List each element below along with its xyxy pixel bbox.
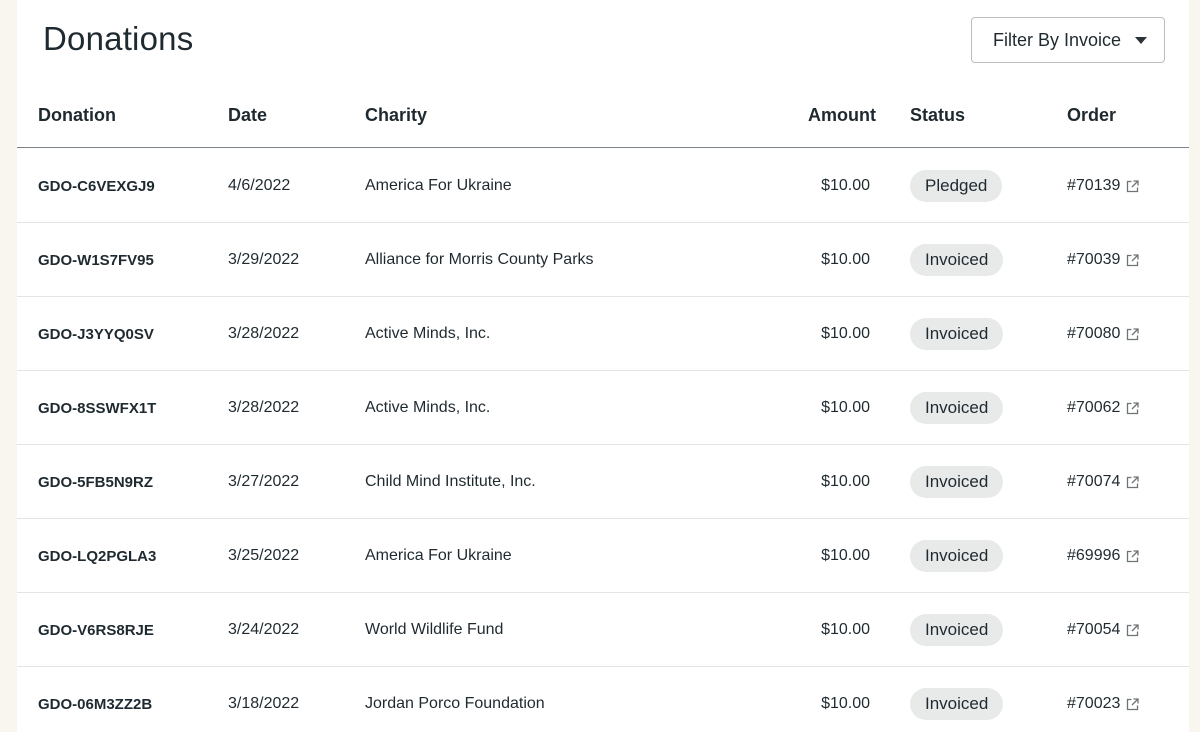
donation-amount: $10.00 bbox=[821, 547, 870, 564]
donation-date: 3/28/2022 bbox=[228, 325, 300, 342]
order-link[interactable]: #69996 bbox=[1067, 547, 1140, 565]
donation-id: GDO-J3YYQ0SV bbox=[38, 326, 154, 343]
order-number: #70023 bbox=[1067, 695, 1121, 712]
order-number: #70074 bbox=[1067, 473, 1121, 490]
donation-amount: $10.00 bbox=[821, 473, 870, 490]
order-number: #70139 bbox=[1067, 177, 1121, 194]
table-row: GDO-06M3ZZ2B 3/18/2022 Jordan Porco Foun… bbox=[17, 667, 1189, 732]
donation-amount: $10.00 bbox=[821, 325, 870, 342]
donation-date: 3/28/2022 bbox=[228, 399, 300, 416]
order-link[interactable]: #70062 bbox=[1067, 399, 1140, 417]
table-row: GDO-LQ2PGLA3 3/25/2022 America For Ukrai… bbox=[17, 519, 1189, 593]
external-link-icon bbox=[1127, 253, 1140, 266]
donation-amount: $10.00 bbox=[821, 695, 870, 712]
donation-amount: $10.00 bbox=[821, 251, 870, 268]
order-link[interactable]: #70054 bbox=[1067, 621, 1140, 639]
column-header-order: Order bbox=[1067, 105, 1117, 125]
donation-id: GDO-8SSWFX1T bbox=[38, 400, 157, 417]
external-link-icon bbox=[1127, 697, 1140, 710]
order-number: #70054 bbox=[1067, 621, 1121, 638]
status-badge: Pledged bbox=[910, 170, 1003, 202]
column-header-date: Date bbox=[228, 105, 268, 125]
order-link[interactable]: #70023 bbox=[1067, 695, 1140, 713]
charity-name: Child Mind Institute, Inc. bbox=[365, 473, 536, 490]
order-number: #70039 bbox=[1067, 251, 1121, 268]
external-link-icon bbox=[1127, 179, 1140, 192]
table-row: GDO-W1S7FV95 3/29/2022 Alliance for Morr… bbox=[17, 223, 1189, 297]
status-badge: Invoiced bbox=[910, 540, 1004, 572]
page-title: Donations bbox=[43, 20, 194, 57]
table-row: GDO-C6VEXGJ9 4/6/2022 America For Ukrain… bbox=[17, 149, 1189, 223]
order-link[interactable]: #70080 bbox=[1067, 325, 1140, 343]
donation-date: 3/27/2022 bbox=[228, 473, 300, 490]
status-badge: Invoiced bbox=[910, 392, 1004, 424]
column-header-amount: Amount bbox=[808, 105, 876, 125]
donation-amount: $10.00 bbox=[821, 621, 870, 638]
table-row: GDO-J3YYQ0SV 3/28/2022 Active Minds, Inc… bbox=[17, 297, 1189, 371]
donation-id: GDO-W1S7FV95 bbox=[38, 252, 154, 269]
donation-date: 3/24/2022 bbox=[228, 621, 300, 638]
column-header-charity: Charity bbox=[365, 105, 428, 125]
filter-label: Filter By Invoice bbox=[993, 29, 1122, 50]
donation-amount: $10.00 bbox=[821, 399, 870, 416]
order-number: #69996 bbox=[1067, 547, 1121, 564]
filter-by-invoice-dropdown[interactable]: Filter By Invoice bbox=[971, 17, 1165, 63]
external-link-icon bbox=[1127, 549, 1140, 562]
external-link-icon bbox=[1127, 623, 1140, 636]
order-link[interactable]: #70074 bbox=[1067, 473, 1140, 491]
charity-name: Alliance for Morris County Parks bbox=[365, 251, 594, 268]
external-link-icon bbox=[1127, 475, 1140, 488]
donation-id: GDO-C6VEXGJ9 bbox=[38, 178, 155, 195]
donation-date: 3/29/2022 bbox=[228, 251, 300, 268]
charity-name: America For Ukraine bbox=[365, 547, 512, 564]
caret-down-icon bbox=[1135, 37, 1147, 44]
donation-date: 3/25/2022 bbox=[228, 547, 300, 564]
status-badge: Invoiced bbox=[910, 688, 1004, 720]
donation-date: 4/6/2022 bbox=[228, 177, 291, 194]
donation-id: GDO-V6RS8RJE bbox=[38, 622, 154, 639]
order-link[interactable]: #70139 bbox=[1067, 177, 1140, 195]
charity-name: World Wildlife Fund bbox=[365, 621, 504, 638]
table-header: Donation Date Charity Amount Status Orde… bbox=[17, 82, 1189, 148]
donation-id: GDO-06M3ZZ2B bbox=[38, 696, 153, 713]
table-row: GDO-V6RS8RJE 3/24/2022 World Wildlife Fu… bbox=[17, 593, 1189, 667]
external-link-icon bbox=[1127, 327, 1140, 340]
charity-name: Active Minds, Inc. bbox=[365, 399, 491, 416]
donation-id: GDO-LQ2PGLA3 bbox=[38, 548, 157, 565]
status-badge: Invoiced bbox=[910, 244, 1004, 276]
column-header-status: Status bbox=[910, 105, 966, 125]
charity-name: Active Minds, Inc. bbox=[365, 325, 491, 342]
order-link[interactable]: #70039 bbox=[1067, 251, 1140, 269]
donation-id: GDO-5FB5N9RZ bbox=[38, 474, 154, 491]
donation-amount: $10.00 bbox=[821, 177, 870, 194]
table-row: GDO-5FB5N9RZ 3/27/2022 Child Mind Instit… bbox=[17, 445, 1189, 519]
donation-date: 3/18/2022 bbox=[228, 695, 300, 712]
charity-name: America For Ukraine bbox=[365, 177, 512, 194]
external-link-icon bbox=[1127, 401, 1140, 414]
order-number: #70062 bbox=[1067, 399, 1121, 416]
charity-name: Jordan Porco Foundation bbox=[365, 695, 545, 712]
status-badge: Invoiced bbox=[910, 466, 1004, 498]
status-badge: Invoiced bbox=[910, 614, 1004, 646]
status-badge: Invoiced bbox=[910, 318, 1004, 350]
table-row: GDO-8SSWFX1T 3/28/2022 Active Minds, Inc… bbox=[17, 371, 1189, 445]
column-header-donation: Donation bbox=[38, 105, 116, 125]
donations-panel: Donations Filter By Invoice Donation Dat… bbox=[17, 0, 1189, 732]
order-number: #70080 bbox=[1067, 325, 1121, 342]
